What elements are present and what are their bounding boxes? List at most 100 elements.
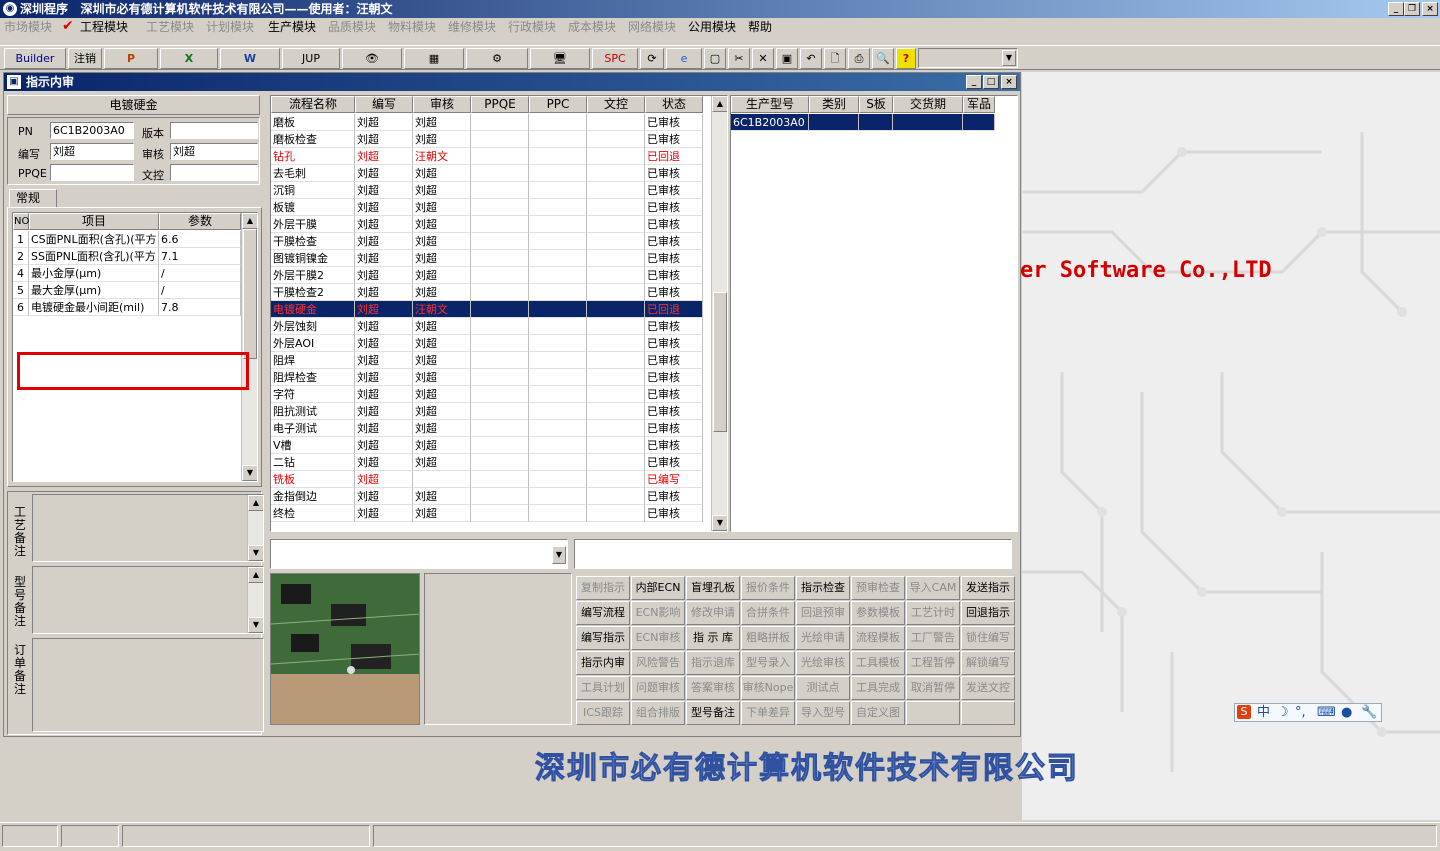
process-cell[interactable] <box>529 420 587 437</box>
process-cell[interactable]: 铣板 <box>271 471 355 488</box>
process-cell[interactable]: 刘超 <box>413 505 471 522</box>
process-cell[interactable]: 汪朝文 <box>413 148 471 165</box>
action-button[interactable]: 组合排版 <box>631 701 685 725</box>
process-cell[interactable]: 去毛刺 <box>271 165 355 182</box>
review-field[interactable]: 刘超 <box>170 143 258 160</box>
process-cell[interactable] <box>587 267 645 284</box>
process-cell[interactable] <box>529 114 587 131</box>
process-cell[interactable] <box>471 114 529 131</box>
process-scrollbar[interactable]: ▲ ▼ <box>711 96 727 531</box>
action-button[interactable]: 型号备注 <box>686 701 740 725</box>
process-cell[interactable] <box>587 505 645 522</box>
process-cell[interactable]: 刘超 <box>413 233 471 250</box>
process-row[interactable]: 去毛刺 刘超 刘超 已审核 <box>271 165 703 182</box>
process-cell[interactable]: 图镀铜镍金 <box>271 250 355 267</box>
process-cell[interactable] <box>529 437 587 454</box>
process-note-field[interactable]: ▲ ▼ <box>32 494 264 562</box>
action-button[interactable]: 测试点 <box>796 676 850 700</box>
process-cell[interactable]: 刘超 <box>413 250 471 267</box>
param-value[interactable]: 7.8 <box>159 299 241 316</box>
action-button[interactable]: 问题审核 <box>631 676 685 700</box>
process-row[interactable]: 终检 刘超 刘超 已审核 <box>271 505 703 522</box>
process-cell[interactable] <box>471 318 529 335</box>
process-cell[interactable]: 已审核 <box>645 335 703 352</box>
ime-toolbar[interactable]: S 中 ☽ °, ⌨ ● 🔧 <box>1234 703 1382 722</box>
window-minimize-button[interactable]: _ <box>966 75 982 89</box>
action-button[interactable]: 指示检查 <box>796 576 850 600</box>
process-cell[interactable]: 已审核 <box>645 437 703 454</box>
menu-5[interactable]: 生产模块 <box>268 19 316 35</box>
process-cell[interactable]: 电子测试 <box>271 420 355 437</box>
process-cell[interactable]: V槽 <box>271 437 355 454</box>
action-button[interactable]: 合拼条件 <box>741 601 795 625</box>
process-cell[interactable] <box>587 216 645 233</box>
scroll-down-icon[interactable]: ▼ <box>248 617 263 633</box>
process-cell[interactable] <box>529 131 587 148</box>
restore-button[interactable]: ❐ <box>1404 2 1420 16</box>
process-cell[interactable]: 刘超 <box>413 165 471 182</box>
process-cell[interactable]: 已审核 <box>645 199 703 216</box>
process-row[interactable]: 外层干膜2 刘超 刘超 已审核 <box>271 267 703 284</box>
param-row[interactable]: 1 CS面PNL面积(含孔)(平方 6.6 <box>13 231 241 248</box>
menu-2[interactable]: 工程模块 <box>80 19 128 35</box>
scroll-up-icon[interactable]: ▲ <box>712 96 727 112</box>
product-header-1[interactable]: 生产型号 <box>731 96 809 113</box>
param-value[interactable]: 7.1 <box>159 248 241 265</box>
process-cell[interactable] <box>471 335 529 352</box>
process-combo[interactable]: ▼ <box>270 539 568 569</box>
process-cell[interactable]: 刘超 <box>413 352 471 369</box>
menu-12[interactable]: 公用模块 <box>688 19 736 35</box>
process-cell[interactable]: 阻焊 <box>271 352 355 369</box>
action-button[interactable]: 报价条件 <box>741 576 795 600</box>
action-button[interactable]: 导入CAM <box>906 576 960 600</box>
menu-3[interactable]: 工艺模块 <box>146 19 194 35</box>
process-cell[interactable]: 刘超 <box>413 216 471 233</box>
author-field[interactable]: 刘超 <box>50 143 134 160</box>
user-icon[interactable]: ● <box>1341 704 1352 721</box>
action-button[interactable]: 工具计划 <box>576 676 630 700</box>
scroll-down-icon[interactable]: ▼ <box>242 465 257 481</box>
process-cell[interactable]: 已审核 <box>645 369 703 386</box>
process-header-2[interactable]: 编写 <box>355 96 413 113</box>
action-button[interactable]: 型号录入 <box>741 651 795 675</box>
process-cell[interactable]: 刘超 <box>355 267 413 284</box>
process-cell[interactable]: 刘超 <box>413 420 471 437</box>
process-row[interactable]: 磨板 刘超 刘超 已审核 <box>271 114 703 131</box>
action-button[interactable]: 工具完成 <box>851 676 905 700</box>
param-scrollbar[interactable]: ▲ ▼ <box>241 213 257 481</box>
process-cell[interactable]: 阻焊检查 <box>271 369 355 386</box>
process-cell[interactable]: 刘超 <box>355 471 413 488</box>
process-cell[interactable] <box>587 165 645 182</box>
process-cell[interactable]: 已编写 <box>645 471 703 488</box>
process-cell[interactable]: 刘超 <box>355 488 413 505</box>
process-cell[interactable]: 终检 <box>271 505 355 522</box>
product-header-3[interactable]: S板 <box>859 96 893 113</box>
process-cell[interactable]: 刘超 <box>355 233 413 250</box>
process-cell[interactable]: 刘超 <box>355 437 413 454</box>
process-cell[interactable] <box>471 454 529 471</box>
spc-button[interactable]: SPC <box>592 48 638 69</box>
toolbar-combo[interactable]: ▼ <box>918 48 1018 68</box>
process-cell[interactable] <box>529 284 587 301</box>
process-cell[interactable] <box>587 233 645 250</box>
process-cell[interactable]: 刘超 <box>355 199 413 216</box>
action-button[interactable]: 指示内审 <box>576 651 630 675</box>
action-button[interactable]: 参数模板 <box>851 601 905 625</box>
process-cell[interactable]: 刘超 <box>355 148 413 165</box>
process-cell[interactable]: 刘超 <box>355 403 413 420</box>
process-cell[interactable]: 刘超 <box>413 182 471 199</box>
help-icon[interactable]: ? <box>896 48 916 69</box>
process-cell[interactable]: 刘超 <box>355 301 413 318</box>
process-row[interactable]: 图镀铜镍金 刘超 刘超 已审核 <box>271 250 703 267</box>
process-cell[interactable]: 刘超 <box>355 386 413 403</box>
powerpoint-icon[interactable]: P <box>104 48 158 69</box>
process-cell[interactable] <box>587 301 645 318</box>
action-button[interactable]: 回退指示 <box>961 601 1015 625</box>
process-row[interactable]: 电镀硬金 刘超 汪朝文 已回退 <box>271 301 703 318</box>
preview-icon[interactable]: 🗋 <box>824 48 846 69</box>
process-cell[interactable] <box>529 267 587 284</box>
process-row[interactable]: 二钻 刘超 刘超 已审核 <box>271 454 703 471</box>
scroll-up-icon[interactable]: ▲ <box>248 495 263 511</box>
action-button[interactable]: 修改申请 <box>686 601 740 625</box>
process-cell[interactable] <box>471 437 529 454</box>
